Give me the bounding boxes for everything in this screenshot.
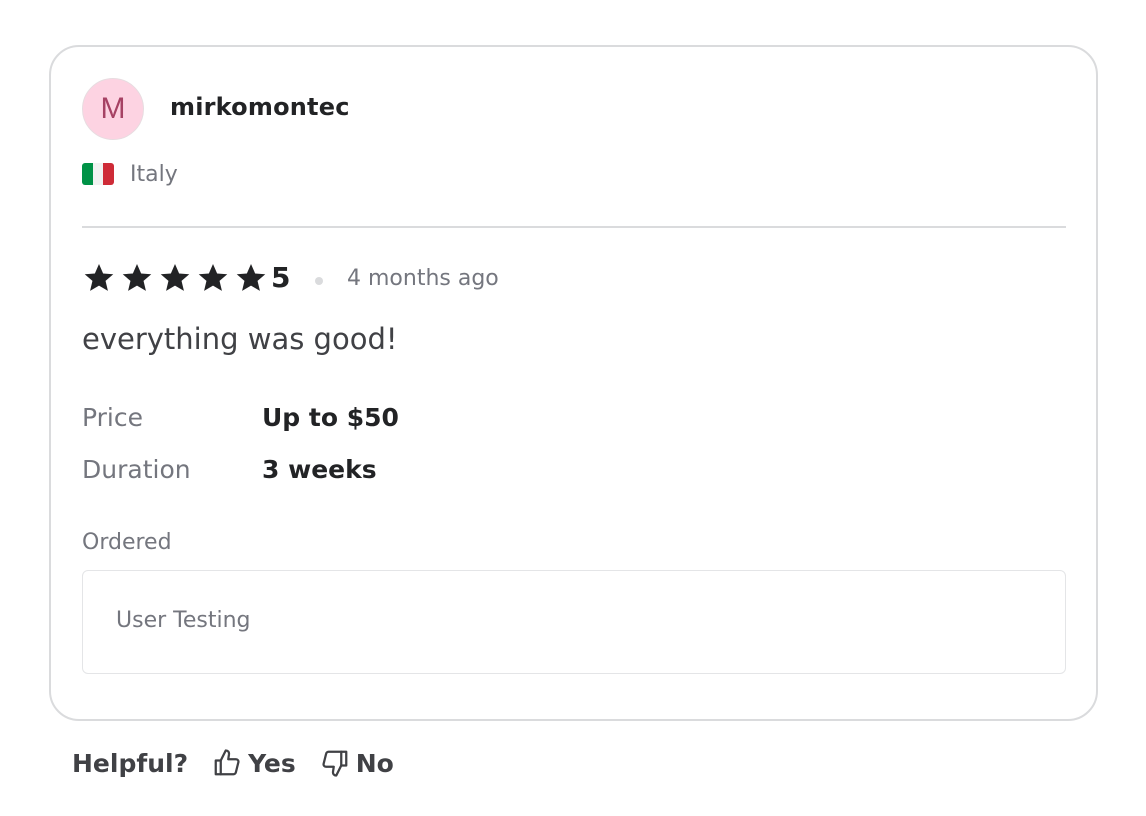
star-icon	[122, 264, 152, 291]
star-icon	[236, 264, 266, 291]
price-label: Price	[82, 403, 143, 432]
duration-value: 3 weeks	[262, 455, 377, 484]
star-rating	[82, 262, 268, 294]
duration-label: Duration	[82, 455, 191, 484]
helpful-yes-label: Yes	[248, 748, 296, 778]
separator-dot	[315, 277, 323, 285]
helpful-row: Helpful? Yes No	[72, 745, 418, 781]
italy-flag-icon	[82, 163, 114, 185]
ordered-label: Ordered	[82, 530, 172, 555]
star-icon	[84, 264, 114, 291]
helpful-no-label: No	[355, 748, 394, 778]
reviewer-country: Italy	[130, 162, 178, 187]
review-text: everything was good!	[82, 322, 398, 356]
helpful-no-button[interactable]: No	[320, 748, 394, 778]
star-icon	[160, 264, 190, 291]
star-icon	[198, 264, 228, 291]
price-value: Up to $50	[262, 403, 399, 432]
ordered-item-name[interactable]: User Testing	[116, 608, 250, 633]
review-time: 4 months ago	[347, 266, 499, 291]
helpful-label: Helpful?	[72, 748, 189, 778]
avatar[interactable]: M	[82, 78, 144, 140]
avatar-initial: M	[100, 92, 126, 125]
thumbs-down-icon	[322, 750, 348, 777]
reviewer-username[interactable]: mirkomontec	[170, 93, 350, 121]
rating-value: 5	[271, 261, 291, 294]
helpful-yes-button[interactable]: Yes	[212, 748, 296, 778]
divider	[82, 226, 1066, 228]
thumbs-up-icon	[214, 749, 240, 776]
